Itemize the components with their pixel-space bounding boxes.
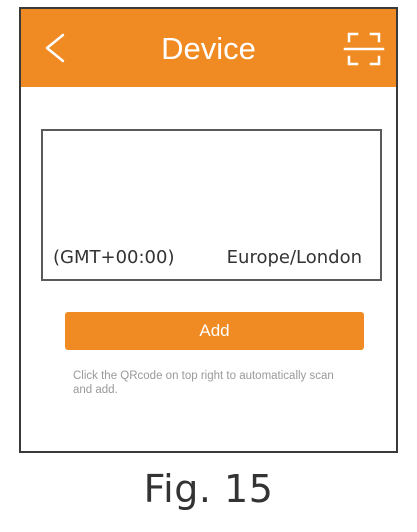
timezone-selector[interactable]: (GMT+00:00) Europe/London (41, 129, 382, 281)
phone-screen: Device (GMT+00:00) Europe/London Add Cli… (19, 7, 398, 453)
hint-text: Click the QRcode on top right to automat… (73, 370, 334, 396)
qr-scan-icon[interactable] (343, 31, 385, 67)
timezone-name: Europe/London (226, 247, 362, 268)
timezone-offset: (GMT+00:00) (53, 247, 175, 268)
add-button[interactable]: Add (65, 312, 364, 350)
header-bar: Device (21, 9, 396, 87)
figure-caption: Fig. 15 (143, 467, 274, 511)
page-title: Device (161, 31, 256, 66)
